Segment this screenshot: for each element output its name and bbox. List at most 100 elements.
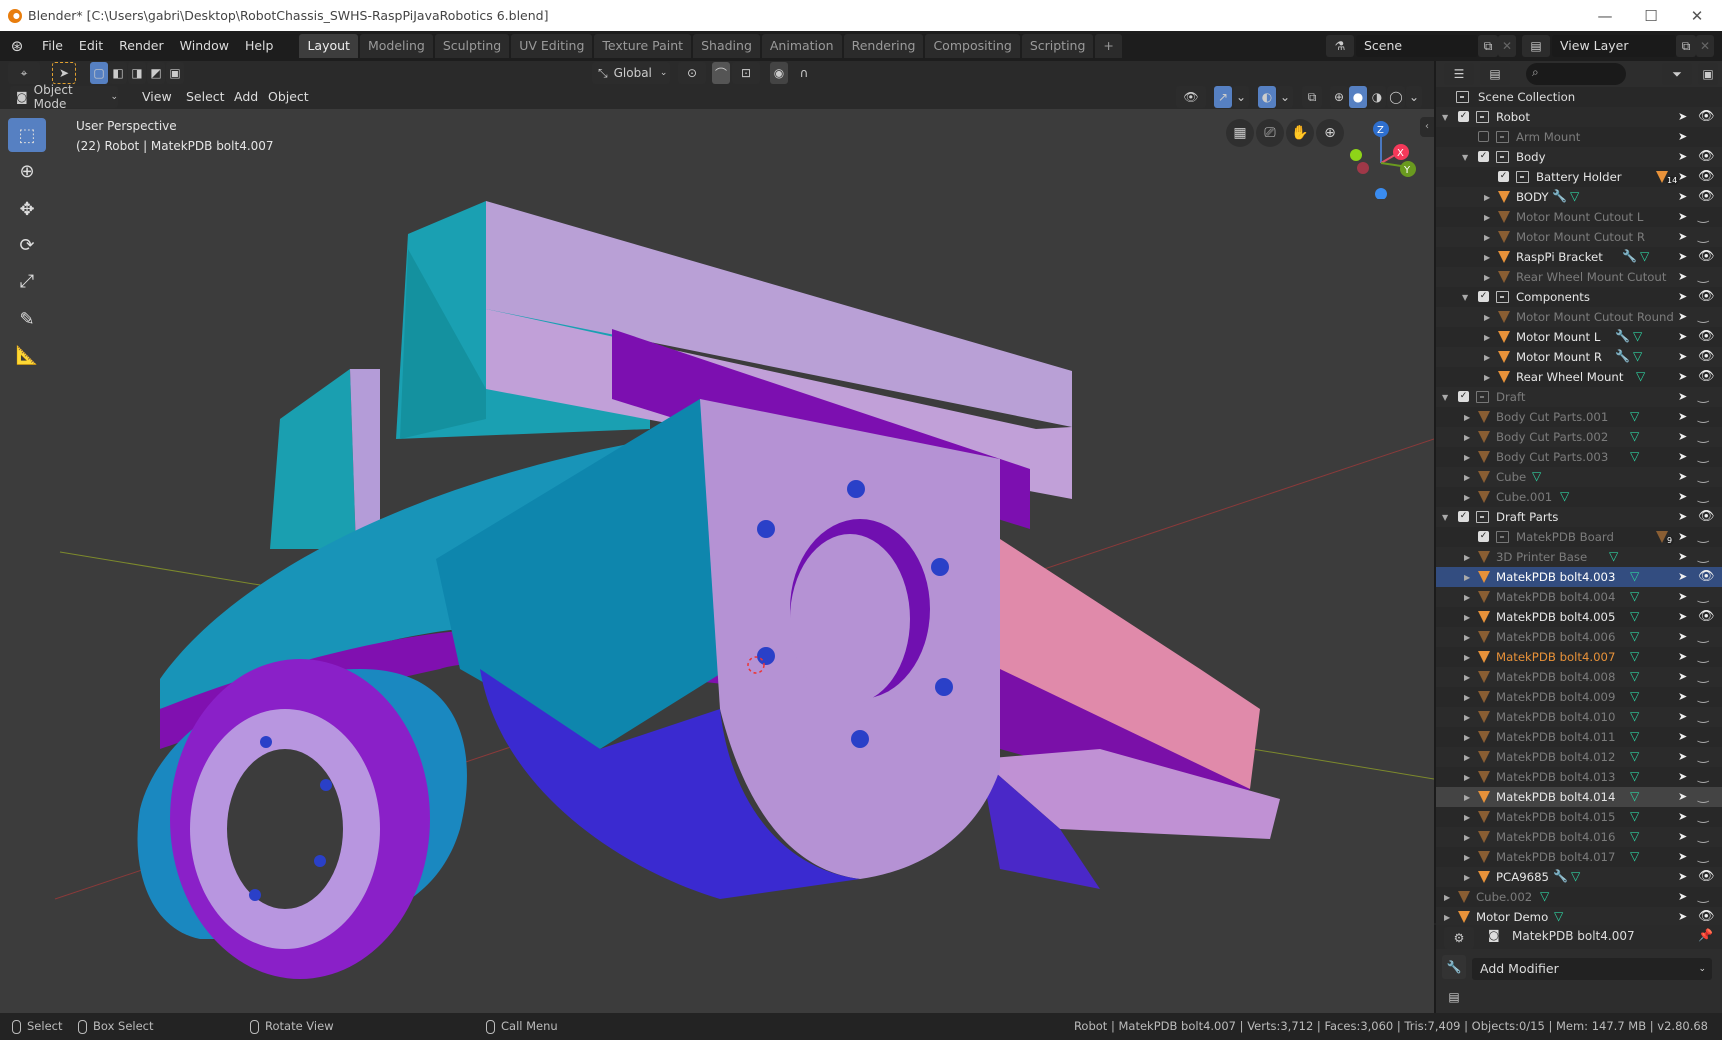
expand-arrow-icon[interactable]: ▶ [1464,673,1470,682]
selectable-toggle-icon[interactable]: ➤ [1678,510,1687,523]
filter-icon[interactable]: ⏷ [1662,63,1692,85]
shading-lookdev-icon[interactable]: ◑ [1368,86,1386,108]
outliner-collection-row[interactable]: ▼ ✓ Body ➤ 👁 [1436,147,1722,167]
mesh-data-icon[interactable]: ▽ [1571,869,1580,883]
outliner-object-row[interactable]: ▶ MatekPDB bolt4.005 ▽ ➤ 👁 [1436,607,1722,627]
expand-arrow-icon[interactable]: ▶ [1464,833,1470,842]
eye-closed-icon[interactable]: ‿ [1698,729,1708,744]
eye-closed-icon[interactable]: ‿ [1698,389,1708,404]
gizmo-toggle-icon[interactable]: ↗ [1214,86,1232,108]
display-mode-icon[interactable]: ☰ [1444,63,1474,85]
eye-icon[interactable]: 👁 [1698,509,1715,524]
outliner-object-row[interactable]: ▶ Motor Mount R 🔧 ▽ ➤ 👁 [1436,347,1722,367]
eye-closed-icon[interactable]: ‿ [1698,769,1708,784]
expand-arrow-icon[interactable]: ▶ [1464,633,1470,642]
expand-arrow-icon[interactable]: ▼ [1462,153,1468,162]
eye-icon[interactable]: 👁 [1698,569,1715,584]
mode-dropdown[interactable]: ◙ Object Mode ⌄ [10,83,118,111]
mesh-data-icon[interactable]: ▽ [1540,889,1549,903]
expand-arrow-icon[interactable]: ▶ [1464,433,1470,442]
eye-icon[interactable]: 👁 [1698,869,1715,884]
modifier-wrench-icon[interactable]: 🔧 [1615,329,1630,343]
selectable-toggle-icon[interactable]: ➤ [1678,630,1687,643]
outliner-collection-row[interactable]: ▼ ✓ Draft Parts ➤ 👁 [1436,507,1722,527]
menu-edit[interactable]: Edit [71,35,111,57]
expand-arrow-icon[interactable]: ▶ [1464,733,1470,742]
mesh-data-icon[interactable]: ▽ [1630,849,1639,863]
navigation-gizmo[interactable]: Z X Y [1340,119,1420,199]
rotate-tool-icon[interactable]: ⟳ [8,228,46,262]
cursor-tool-icon[interactable]: ⊕ [8,154,46,188]
outliner-object-row[interactable]: ▶ Motor Demo ▽ ➤ 👁 [1436,907,1722,927]
menu-render[interactable]: Render [111,35,172,57]
outliner-object-row[interactable]: ▶ Motor Mount Cutout R ➤ ‿ [1436,227,1722,247]
selectable-toggle-icon[interactable]: ➤ [1678,530,1687,543]
tab-scripting[interactable]: Scripting [1021,34,1094,58]
sidebar-toggle-icon[interactable]: ‹ [1420,117,1434,137]
select-box-tool-icon[interactable]: ⬚ [8,118,46,152]
outliner-object-row[interactable]: ▶ MatekPDB bolt4.006 ▽ ➤ ‿ [1436,627,1722,647]
selectable-toggle-icon[interactable]: ➤ [1678,610,1687,623]
expand-arrow-icon[interactable]: ▶ [1464,713,1470,722]
outliner-collection-row[interactable]: ▼ ✓ Draft ➤ ‿ [1436,387,1722,407]
tab-shading[interactable]: Shading [693,34,760,58]
selectable-toggle-icon[interactable]: ➤ [1678,190,1687,203]
expand-arrow-icon[interactable]: ▶ [1464,753,1470,762]
select-mode-new-icon[interactable]: ▢ [90,62,108,84]
editor-type-icon[interactable]: ⚙ [1444,927,1474,949]
eye-closed-icon[interactable]: ‿ [1698,449,1708,464]
selectable-toggle-icon[interactable]: ➤ [1678,350,1687,363]
new-scene-icon[interactable]: ⧉ [1478,35,1498,57]
scene-collection-row[interactable]: Scene Collection [1436,87,1722,107]
add-modifier-dropdown[interactable]: Add Modifier ⌄ [1472,958,1712,980]
outliner-collection-row[interactable]: Arm Mount ➤ [1436,127,1722,147]
mesh-data-icon[interactable]: ▽ [1630,409,1639,423]
scene-name-field[interactable]: Scene [1356,35,1478,57]
exclude-checkbox[interactable]: ✓ [1478,151,1489,162]
camera-view-icon[interactable]: ⎚ [1256,119,1284,147]
eye-closed-icon[interactable]: ‿ [1698,849,1708,864]
outliner-object-row[interactable]: ▶ MatekPDB bolt4.003 ▽ ➤ 👁 [1436,567,1722,587]
modifier-wrench-icon[interactable]: 🔧 [1553,869,1568,883]
outliner-object-row[interactable]: ▶ Cube.001 ▽ ➤ ‿ [1436,487,1722,507]
eye-closed-icon[interactable]: ‿ [1698,429,1708,444]
expand-arrow-icon[interactable]: ▶ [1464,613,1470,622]
scene-selector-icon[interactable]: ⚗ [1326,35,1354,57]
overlays-toggle-icon[interactable]: ◐ [1258,86,1276,108]
eye-closed-icon[interactable]: ‿ [1698,309,1708,324]
exclude-checkbox[interactable]: ✓ [1458,391,1469,402]
scale-tool-icon[interactable]: ⤢ [8,264,46,298]
mesh-data-icon[interactable]: ▽ [1630,689,1639,703]
outliner-object-row[interactable]: ▶ MatekPDB bolt4.014 ▽ ➤ ‿ [1436,787,1722,807]
new-collection-icon[interactable]: ▣ [1698,63,1718,85]
selectable-toggle-icon[interactable]: ➤ [1678,430,1687,443]
expand-arrow-icon[interactable]: ▶ [1464,793,1470,802]
selectable-toggle-icon[interactable]: ➤ [1678,150,1687,163]
tab-rendering[interactable]: Rendering [843,34,924,58]
delete-view-layer-icon[interactable]: ✕ [1696,35,1714,57]
outliner-object-row[interactable]: ▶ Cube ▽ ➤ ‿ [1436,467,1722,487]
expand-arrow-icon[interactable]: ▶ [1484,373,1490,382]
tab-layout[interactable]: Layout [299,34,358,58]
select-tool-icon[interactable]: ➤ [52,62,76,84]
outliner-object-row[interactable]: ▶ 3D Printer Base ▽ ➤ ‿ [1436,547,1722,567]
eye-closed-icon[interactable]: ‿ [1698,589,1708,604]
tab-sculpting[interactable]: Sculpting [434,34,510,58]
shading-wireframe-icon[interactable]: ⊕ [1330,86,1348,108]
eye-closed-icon[interactable]: ‿ [1698,209,1708,224]
eye-closed-icon[interactable]: ‿ [1698,489,1708,504]
view-layer-field[interactable]: View Layer [1552,35,1676,57]
selectable-toggle-icon[interactable]: ➤ [1678,230,1687,243]
delete-scene-icon[interactable]: ✕ [1498,35,1516,57]
mesh-data-icon[interactable]: ▽ [1570,189,1579,203]
mesh-data-icon[interactable]: ▽ [1630,669,1639,683]
measure-tool-icon[interactable]: 📐 [8,338,46,372]
expand-arrow-icon[interactable]: ▶ [1484,213,1490,222]
eye-icon[interactable]: 👁 [1698,189,1715,204]
3d-viewport[interactable]: User Perspective (22) Robot | MatekPDB b… [0,109,1434,1013]
expand-arrow-icon[interactable]: ▶ [1464,473,1470,482]
proportional-edit-icon[interactable]: ◉ [770,62,788,84]
mesh-data-icon[interactable]: ▽ [1630,429,1639,443]
transform-orientation-dropdown[interactable]: ⤡ Global ⌄ [592,62,670,84]
outliner-object-row[interactable]: ▶ RaspPi Bracket 🔧 ▽ ➤ 👁 [1436,247,1722,267]
